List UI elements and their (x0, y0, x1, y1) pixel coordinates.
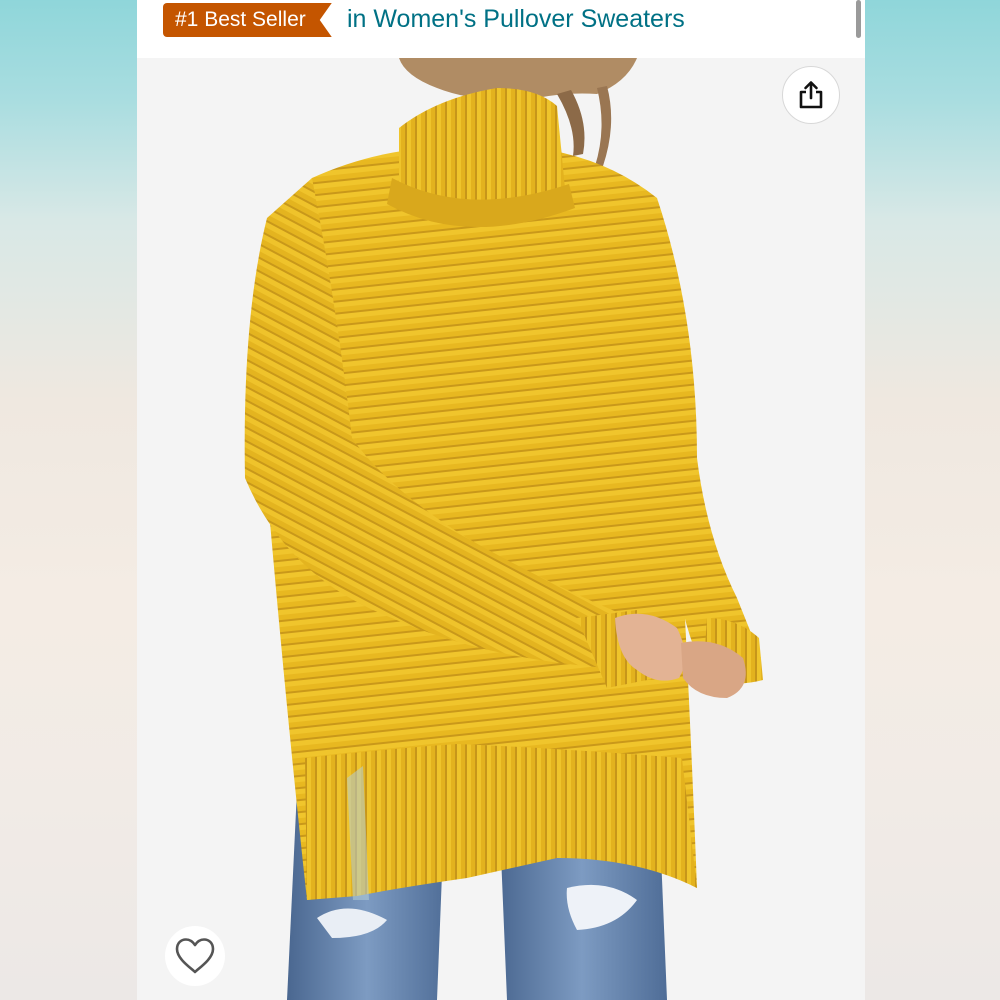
share-button[interactable] (782, 66, 840, 124)
share-icon (799, 81, 823, 109)
best-seller-bar: #1 Best Seller in Women's Pullover Sweat… (137, 0, 865, 58)
best-seller-badge: #1 Best Seller (163, 3, 332, 37)
heart-icon (175, 938, 215, 974)
wishlist-button[interactable] (165, 926, 225, 986)
blurred-backdrop-right (865, 0, 1000, 1000)
product-image-area[interactable] (137, 58, 865, 1000)
scroll-indicator[interactable] (856, 0, 861, 38)
category-link[interactable]: in Women's Pullover Sweaters (347, 2, 685, 36)
blurred-backdrop-left (0, 0, 137, 1000)
product-screen: #1 Best Seller in Women's Pullover Sweat… (137, 0, 865, 1000)
product-photo[interactable] (137, 58, 865, 1000)
